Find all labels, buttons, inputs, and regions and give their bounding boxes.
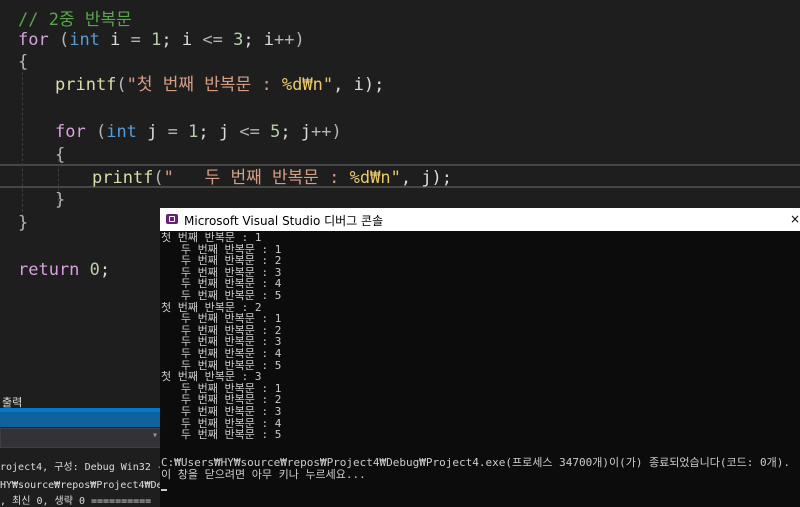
code-token: <= (202, 30, 223, 50)
console-line: 두 번째 반복문 : 1 (161, 381, 282, 395)
console-line: 첫 번째 반복문 : 2 (161, 300, 262, 314)
console-line: 두 번째 반복문 : 1 (161, 242, 282, 256)
code-token: 3 (233, 30, 244, 50)
code-token: "첫 번째 반복문 : (126, 75, 282, 95)
code-token: ; j (198, 122, 240, 142)
code-token: ( (48, 30, 70, 50)
code-line-close-brace-1[interactable]: } (18, 208, 28, 238)
code-token: int (106, 122, 137, 142)
output-line: HY₩source₩repos₩Project4₩Debug₩Proje (0, 480, 162, 491)
code-line-inner-for[interactable]: for (int j = 1; j <= 5; j++) (55, 117, 342, 147)
console-line: 두 번째 반복문 : 2 (161, 323, 282, 337)
code-token: %d (349, 168, 371, 188)
code-token: printf (55, 75, 117, 95)
code-token: } (55, 190, 66, 210)
code-line-return[interactable]: return 0; (18, 255, 110, 285)
code-token: } (18, 213, 29, 233)
code-token: 0 (89, 260, 100, 280)
visual-studio-icon (166, 214, 178, 224)
code-line-close-brace-2[interactable]: } (55, 185, 65, 215)
console-line: 두 번째 반복문 : 3 (161, 335, 282, 349)
code-token: " 두 번째 반복문 : (163, 168, 350, 188)
console-line: 두 번째 반복문 : 5 (161, 428, 282, 442)
code-token: ( (153, 168, 164, 188)
console-line: 두 번째 반복문 : 5 (161, 289, 282, 302)
console-line: 두 번째 반복문 : 1 (161, 312, 282, 326)
output-line: roject4, 구성: Debug Win32 ------ (0, 462, 162, 473)
code-token: 5 (270, 122, 281, 142)
console-cursor (161, 489, 167, 491)
console-line: 이 창을 닫으려면 아무 키나 누르세요... (161, 468, 366, 481)
code-token: ( (116, 75, 127, 95)
code-token: %d (281, 75, 303, 95)
output-panel-header[interactable] (0, 412, 162, 427)
code-line-outer-for[interactable]: for (int i = 1; i <= 3; i++) (18, 25, 305, 55)
console-line: 두 번째 반복문 : 2 (161, 254, 282, 268)
console-line: C:₩Users₩HY₩source₩repos₩Project4₩Debug₩… (161, 456, 790, 469)
code-token: ; i (161, 30, 203, 50)
console-output[interactable]: 첫 번째 반복문 : 1 두 번째 반복문 : 1 두 번째 반복문 : 2 두… (160, 231, 800, 507)
console-line: 두 번째 반복문 : 3 (161, 405, 282, 418)
console-line: 첫 번째 반복문 : 3 (161, 370, 262, 384)
console-title: Microsoft Visual Studio 디버그 콘솔 (184, 214, 384, 228)
output-source-select[interactable]: ▾ (0, 428, 162, 448)
code-token: i (99, 30, 131, 50)
code-token: int (69, 30, 100, 50)
code-token: j (136, 122, 168, 142)
code-token: ( (85, 122, 107, 142)
code-token: , i); (333, 75, 385, 95)
code-token: return (18, 260, 80, 280)
console-line: 두 번째 반복문 : 4 (161, 347, 282, 360)
code-token: 1 (188, 122, 199, 142)
code-token: ) (294, 30, 305, 50)
code-token: , j); (400, 168, 453, 188)
console-line: 두 번째 반복문 : 3 (161, 265, 282, 279)
code-token: 1 (151, 30, 162, 50)
code-token: ++ (274, 30, 295, 50)
code-line-printf-inner[interactable]: printf(" 두 번째 반복문 : %d₩n", j); (92, 163, 452, 193)
code-token: ; (99, 260, 111, 280)
console-line: 두 번째 반복문 : 4 (161, 277, 282, 291)
code-token: ++ (311, 122, 332, 142)
code-token: = (167, 122, 178, 142)
console-line: 두 번째 반복문 : 4 (161, 416, 282, 430)
code-token: = (130, 30, 141, 50)
close-icon[interactable]: × (790, 212, 800, 226)
console-line: 두 번째 반복문 : 5 (161, 358, 282, 372)
output-line: , 최신 0, 생략 0 ========== (0, 496, 152, 507)
code-token: { (55, 145, 66, 165)
code-line-open-brace-2[interactable]: { (55, 140, 65, 170)
code-token: printf (92, 168, 154, 188)
code-token: ; i (243, 30, 275, 50)
console-line: 두 번째 반복문 : 2 (161, 393, 282, 407)
code-line-open-brace-1[interactable]: { (18, 47, 28, 77)
code-token: ₩n" (370, 168, 401, 188)
code-token: ; j (280, 122, 312, 142)
code-token: { (18, 52, 29, 72)
code-token: ) (331, 122, 342, 142)
chevron-down-icon[interactable]: ▾ (152, 430, 158, 441)
code-line-printf-outer[interactable]: printf("첫 번째 반복문 : %d₩n", i); (55, 70, 384, 100)
code-token: for (55, 122, 86, 142)
console-titlebar[interactable]: Microsoft Visual Studio 디버그 콘솔 × (160, 208, 800, 231)
console-line: 첫 번째 반복문 : 1 (161, 231, 262, 244)
indent-guide (22, 62, 23, 222)
debug-console-window[interactable]: Microsoft Visual Studio 디버그 콘솔 × 첫 번째 반복… (160, 208, 800, 507)
code-token: <= (239, 122, 260, 142)
code-token: ₩n" (302, 75, 334, 95)
